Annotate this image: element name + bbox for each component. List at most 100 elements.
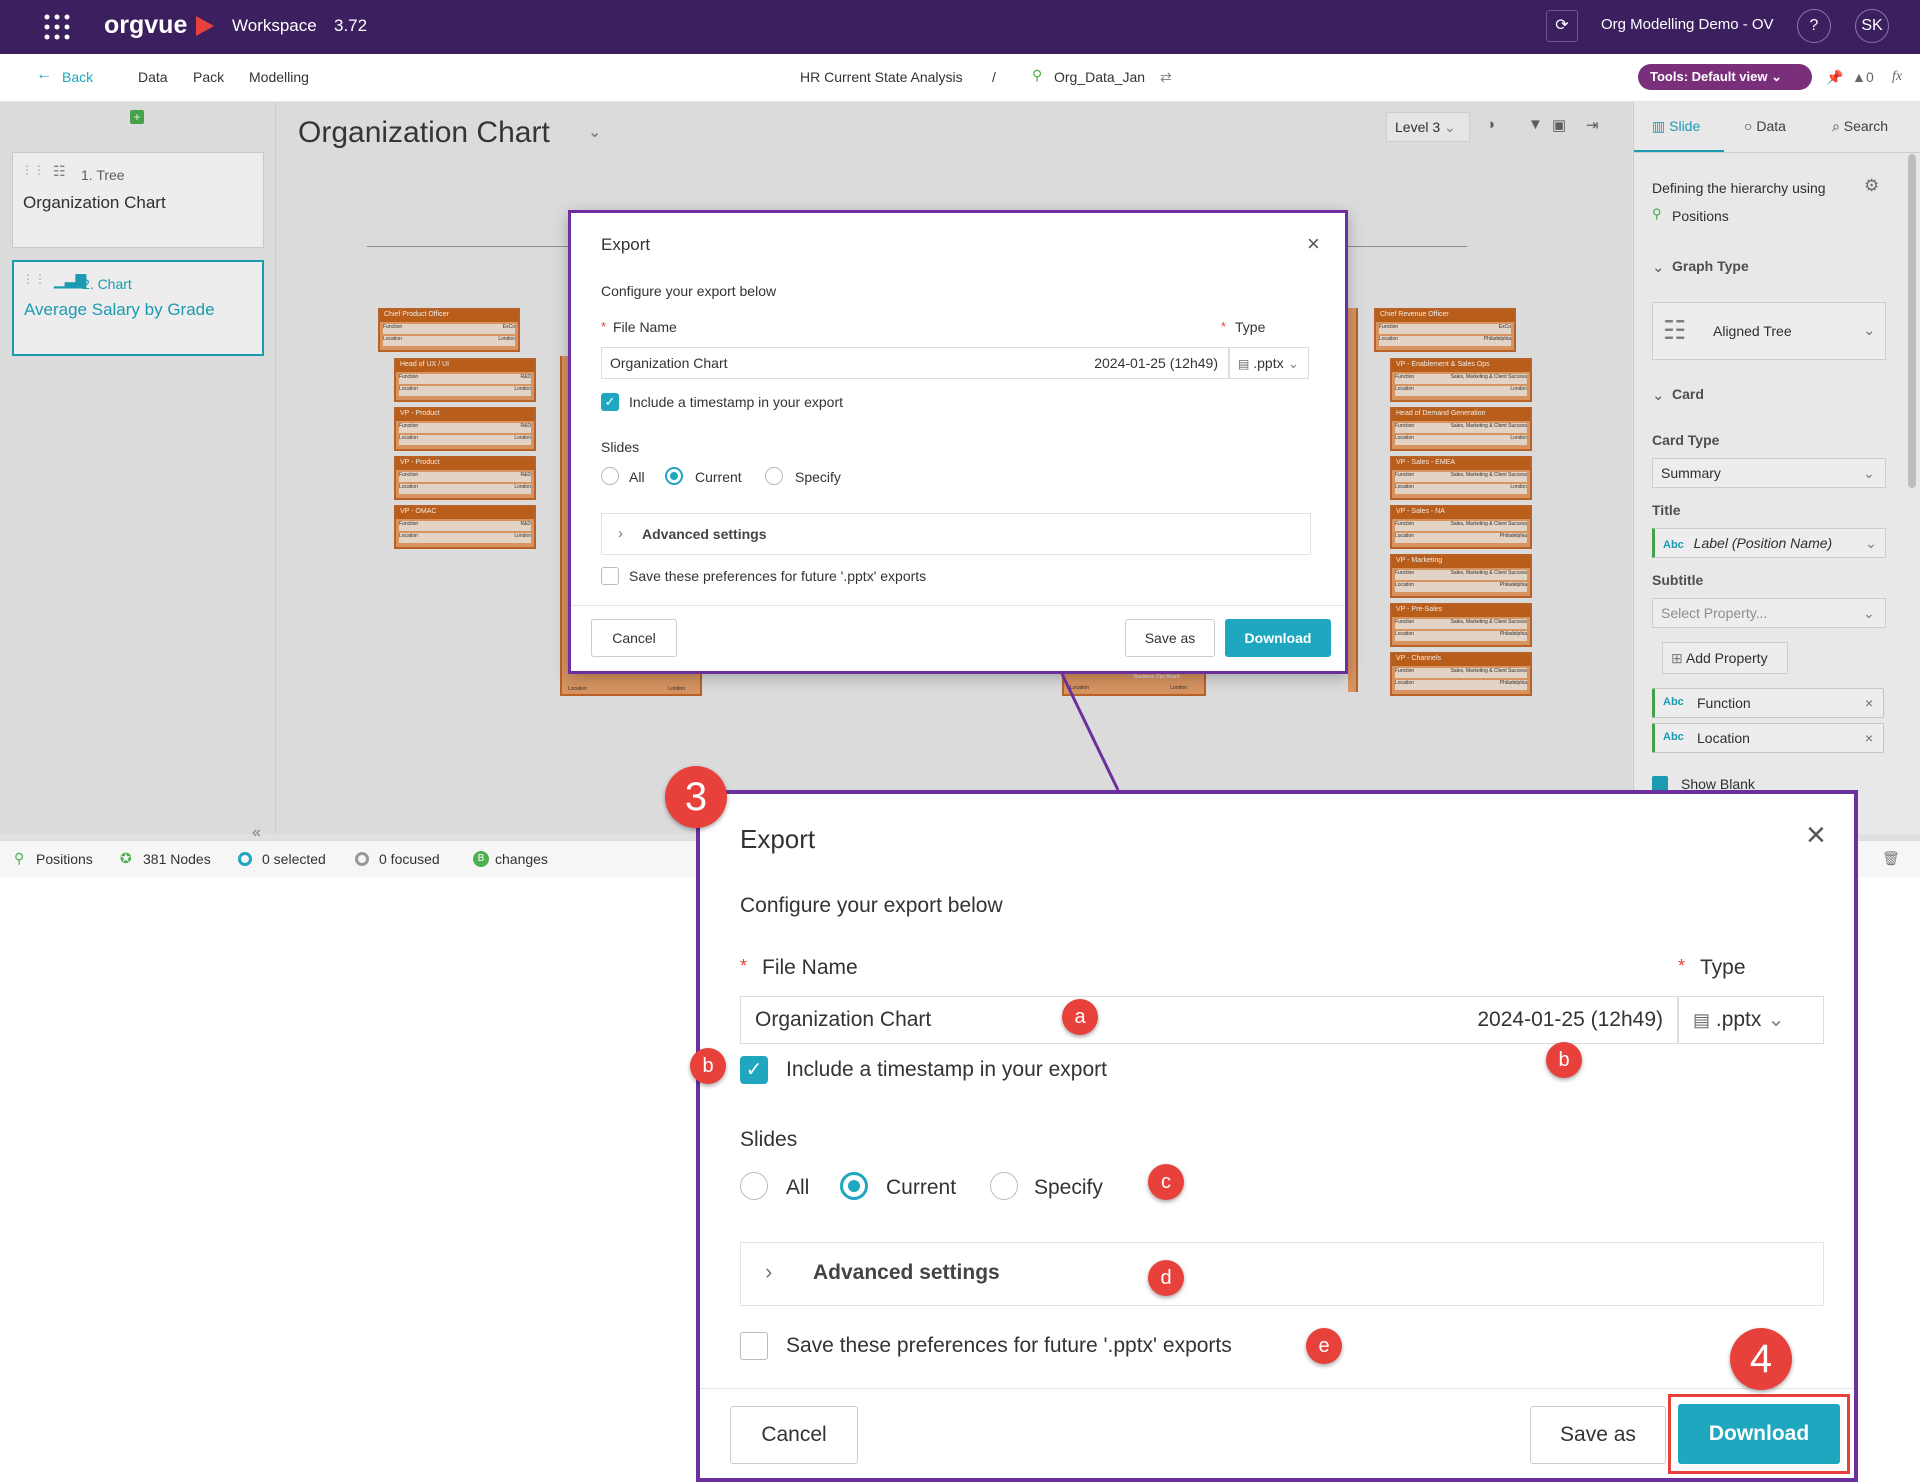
file-name-input[interactable]: Organization Chart 2024-01-25 (12h49) <box>740 996 1678 1044</box>
download-button[interactable]: Download <box>1225 619 1331 657</box>
save-prefs-checkbox[interactable] <box>740 1332 768 1360</box>
required-marker: * <box>740 956 748 976</box>
radio-specify-label: Specify <box>795 469 841 485</box>
timestamp-checkbox-label: Include a timestamp in your export <box>786 1058 1107 1081</box>
chevron-down-icon: ⌄ <box>1771 69 1783 84</box>
save-as-button[interactable]: Save as <box>1125 619 1215 657</box>
pin-icon[interactable]: 📌 <box>1826 69 1843 86</box>
refresh-button[interactable]: ⟳ <box>1546 10 1578 42</box>
required-marker: * <box>1678 956 1686 976</box>
file-name-value: Organization Chart <box>755 1008 932 1031</box>
sync-icon[interactable]: ⇄ <box>1160 69 1172 86</box>
export-dialog-zoomed: Export × Configure your export below * F… <box>696 790 1858 1482</box>
top-bar: orgvue Workspace 3.72 ⟳ Org Modelling De… <box>0 0 1920 54</box>
step-4-callout: 4 <box>1730 1328 1792 1390</box>
advanced-settings-label: Advanced settings <box>813 1261 1000 1284</box>
dialog-title: Export <box>601 235 651 254</box>
radio-all[interactable] <box>601 467 619 485</box>
callout-a: a <box>1062 999 1098 1035</box>
menu-data[interactable]: Data <box>138 69 168 85</box>
export-dialog-small: Export × Configure your export below * F… <box>568 210 1348 674</box>
chevron-down-icon: ⌄ <box>1767 1008 1785 1031</box>
tools-view-label: Tools: Default view <box>1650 69 1768 84</box>
save-as-button[interactable]: Save as <box>1530 1406 1666 1464</box>
save-prefs-label: Save these preferences for future '.pptx… <box>786 1334 1232 1357</box>
type-value: .pptx <box>1715 1008 1762 1031</box>
alerts-icon[interactable]: ▲ <box>1852 69 1866 85</box>
radio-current-dot <box>670 472 678 480</box>
breadcrumb-dimension[interactable]: Org_Data_Jan <box>1054 69 1145 85</box>
file-name-value: Organization Chart <box>610 355 728 371</box>
type-label: Type <box>1235 319 1266 335</box>
radio-current[interactable] <box>840 1172 868 1200</box>
advanced-settings-toggle[interactable]: › Advanced settings <box>740 1242 1824 1306</box>
help-button[interactable]: ? <box>1797 9 1831 43</box>
tools-view-dropdown[interactable]: Tools: Default view ⌄ <box>1638 64 1812 90</box>
dialog-title: Export <box>740 824 816 854</box>
dialog-subtitle: Configure your export below <box>740 894 1003 917</box>
radio-specify[interactable] <box>765 467 783 485</box>
focused-icon <box>355 852 369 866</box>
chevron-right-icon: › <box>618 525 623 542</box>
brand-arrow-icon <box>196 16 214 36</box>
hierarchy-icon: ⚲ <box>14 850 25 866</box>
callout-b-timestamp: b <box>1546 1042 1582 1078</box>
radio-all-label: All <box>629 469 645 485</box>
radio-all-label: All <box>786 1176 810 1199</box>
demo-name[interactable]: Org Modelling Demo - OV <box>1601 16 1774 33</box>
zoom-connector-line <box>1060 673 1120 791</box>
callout-e: e <box>1306 1328 1342 1364</box>
alerts-count: 0 <box>1866 69 1874 85</box>
type-select[interactable]: ▤ .pptx ⌄ <box>1678 996 1824 1044</box>
dialog-subtitle: Configure your export below <box>601 283 777 299</box>
pptx-icon: ▤ <box>1238 357 1250 371</box>
nodes-icon: ✪ <box>120 850 132 866</box>
callout-c: c <box>1148 1164 1184 1200</box>
file-name-label: File Name <box>762 956 858 979</box>
chevron-right-icon: › <box>765 1259 773 1284</box>
required-marker: * <box>601 319 607 334</box>
advanced-settings-label: Advanced settings <box>642 526 767 542</box>
type-select[interactable]: ▤ .pptx ⌄ <box>1229 347 1309 379</box>
brand-logo[interactable]: orgvue <box>104 11 187 40</box>
file-name-input[interactable]: Organization Chart 2024-01-25 (12h49) <box>601 347 1229 379</box>
callout-d: d <box>1148 1260 1184 1296</box>
breadcrumb-dataset[interactable]: HR Current State Analysis <box>800 69 963 85</box>
save-prefs-checkbox[interactable] <box>601 567 619 585</box>
cancel-button[interactable]: Cancel <box>730 1406 858 1464</box>
radio-current-label: Current <box>886 1176 957 1199</box>
radio-all[interactable] <box>740 1172 768 1200</box>
radio-specify[interactable] <box>990 1172 1018 1200</box>
version-label: 3.72 <box>334 16 368 35</box>
close-icon[interactable]: × <box>1806 816 1826 855</box>
menu-pack[interactable]: Pack <box>193 69 224 85</box>
save-prefs-label: Save these preferences for future '.pptx… <box>629 568 927 584</box>
radio-current[interactable] <box>665 467 683 485</box>
dialog-footer-divider <box>571 605 1345 606</box>
hierarchy-icon: ⚲ <box>1032 67 1043 83</box>
dialog-footer-divider <box>700 1388 1854 1389</box>
timestamp-checkbox[interactable]: ✓ <box>740 1056 768 1084</box>
callout-b-checkbox: b <box>690 1048 726 1084</box>
advanced-settings-toggle[interactable]: › Advanced settings <box>601 513 1311 555</box>
workspace-label: Workspace <box>232 16 317 35</box>
back-link[interactable]: Back <box>62 69 93 85</box>
menu-modelling[interactable]: Modelling <box>249 69 309 85</box>
close-icon[interactable]: × <box>1307 231 1320 257</box>
status-changes[interactable]: changes <box>495 851 548 867</box>
step-3-callout: 3 <box>665 766 727 828</box>
slides-label: Slides <box>601 439 640 455</box>
cancel-button[interactable]: Cancel <box>591 619 677 657</box>
selected-icon <box>238 852 252 866</box>
formula-icon[interactable]: fx <box>1892 69 1902 85</box>
app-grid-icon[interactable] <box>44 14 70 40</box>
download-button[interactable]: Download <box>1678 1404 1840 1464</box>
back-arrow-icon[interactable]: ← <box>36 66 52 84</box>
trash-icon[interactable]: 🗑 <box>1882 850 1900 867</box>
chevron-down-icon: ⌄ <box>1287 355 1300 371</box>
timestamp-suffix: 2024-01-25 (12h49) <box>1094 355 1218 371</box>
user-avatar[interactable]: SK <box>1855 9 1889 43</box>
status-positions[interactable]: Positions <box>36 851 93 867</box>
timestamp-checkbox[interactable]: ✓ <box>601 393 619 411</box>
radio-current-dot <box>848 1180 860 1192</box>
